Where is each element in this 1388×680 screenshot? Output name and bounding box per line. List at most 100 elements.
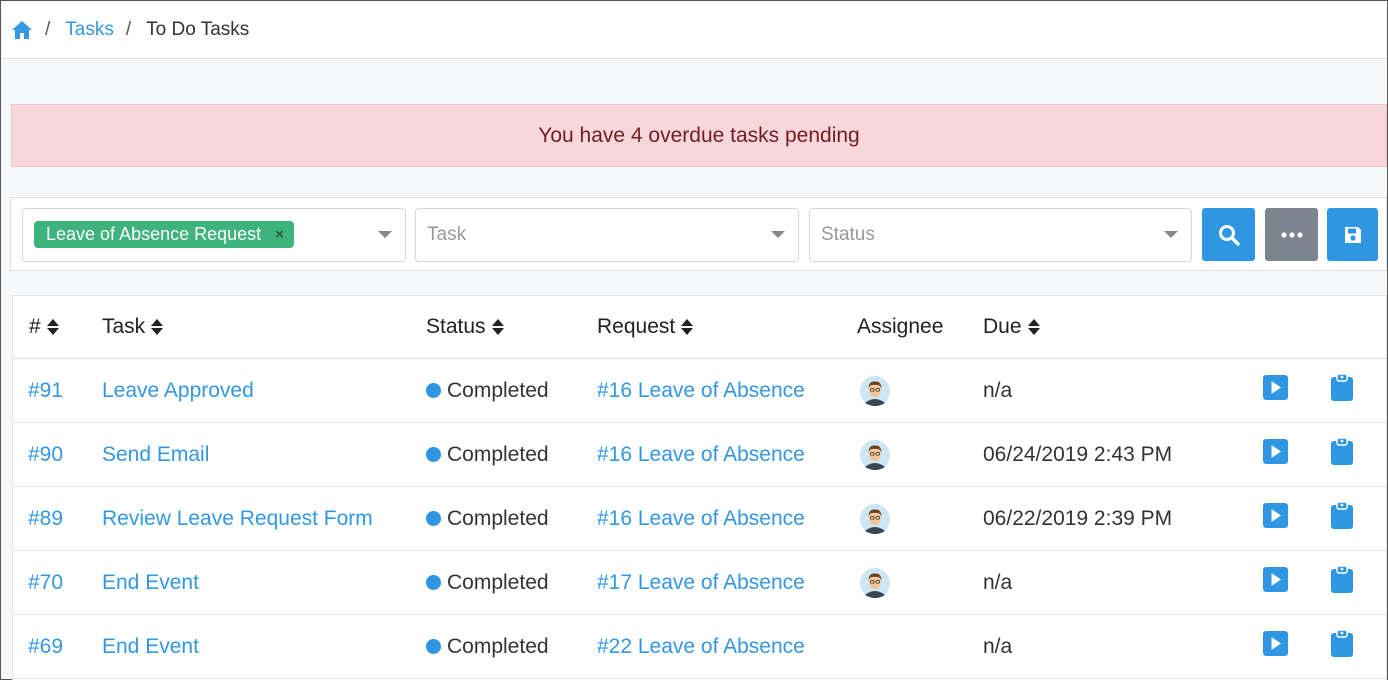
search-icon (1218, 224, 1240, 246)
tasks-table: # Task Status Request Assignee Due #91 Le… (12, 295, 1387, 680)
clipboard-icon (1331, 629, 1353, 662)
status-filter-select[interactable]: Status (809, 208, 1192, 262)
ellipsis-icon (1280, 231, 1303, 238)
open-icon (1263, 503, 1288, 533)
open-icon (1263, 631, 1288, 661)
due-date: n/a (983, 634, 1013, 658)
status-dot-icon (426, 575, 441, 590)
sort-icon[interactable] (151, 319, 164, 335)
avatar-icon (860, 375, 890, 406)
status-dot-icon (426, 639, 441, 654)
status-cell: Completed (426, 359, 549, 422)
request-link[interactable]: #17 Leave of Absence (597, 551, 805, 614)
task-filter-placeholder: Task (427, 224, 467, 245)
status-dot-icon (426, 383, 441, 398)
open-task-button[interactable] (1263, 567, 1288, 598)
column-header-id[interactable]: # (29, 296, 59, 358)
due-date: n/a (983, 570, 1013, 594)
clipboard-icon (1331, 501, 1353, 534)
open-task-button[interactable] (1263, 503, 1288, 534)
breadcrumb-separator: / (125, 18, 132, 40)
table-row: #70 End Event Completed #17 Leave of Absenc… (13, 551, 1386, 615)
clipboard-icon (1331, 565, 1353, 598)
breadcrumb: / Tasks / To Do Tasks (1, 1, 1387, 59)
more-options-button[interactable] (1265, 208, 1318, 261)
due-date: 06/22/2019 2:39 PM (983, 506, 1173, 530)
column-header-due[interactable]: Due (983, 296, 1040, 358)
task-name-link[interactable]: Leave Approved (102, 359, 254, 422)
chevron-down-icon[interactable] (771, 231, 785, 238)
task-id-link[interactable]: #90 (28, 423, 63, 486)
status-cell: Completed (426, 487, 549, 550)
table-row: #69 End Event Completed #22 Leave of Absenc… (13, 615, 1386, 679)
assignee-avatar[interactable] (860, 423, 890, 486)
sort-icon[interactable] (1027, 319, 1040, 335)
task-name-link[interactable]: Send Email (102, 423, 209, 486)
clipboard-button[interactable] (1331, 629, 1353, 663)
clipboard-button[interactable] (1331, 501, 1353, 535)
clipboard-icon (1331, 437, 1353, 470)
clipboard-button[interactable] (1331, 373, 1353, 407)
save-search-button[interactable] (1327, 208, 1378, 261)
open-icon (1263, 375, 1288, 405)
status-text: Completed (447, 634, 549, 658)
search-button[interactable] (1202, 208, 1255, 261)
breadcrumb-tasks-link[interactable]: Tasks (65, 19, 114, 41)
chevron-down-icon[interactable] (378, 231, 392, 238)
overdue-alert: You have 4 overdue tasks pending (11, 104, 1387, 167)
clipboard-button[interactable] (1331, 565, 1353, 599)
open-task-button[interactable] (1263, 375, 1288, 406)
sort-icon[interactable] (46, 319, 59, 335)
task-id-link[interactable]: #70 (28, 551, 63, 614)
status-filter-placeholder: Status (821, 224, 875, 245)
open-icon (1263, 567, 1288, 597)
column-header-status[interactable]: Status (426, 296, 504, 358)
home-icon[interactable] (11, 20, 33, 40)
assignee-avatar[interactable] (860, 487, 890, 550)
process-filter-select[interactable]: Leave of Absence Request × (22, 208, 406, 262)
column-header-request[interactable]: Request (597, 296, 694, 358)
open-task-button[interactable] (1263, 631, 1288, 662)
clipboard-button[interactable] (1331, 437, 1353, 471)
request-link[interactable]: #16 Leave of Absence (597, 423, 805, 486)
task-name-link[interactable]: End Event (102, 615, 199, 678)
request-link[interactable]: #22 Leave of Absence (597, 615, 805, 678)
task-id-link[interactable]: #69 (28, 615, 63, 678)
process-filter-tag-label: Leave of Absence Request (46, 224, 262, 244)
save-icon (1344, 226, 1361, 243)
status-cell: Completed (426, 551, 549, 614)
task-name-link[interactable]: Review Leave Request Form (102, 487, 373, 550)
avatar-icon (860, 439, 890, 470)
breadcrumb-separator: / (45, 18, 51, 40)
table-row: #90 Send Email Completed #16 Leave of Absen… (13, 423, 1386, 487)
status-cell: Completed (426, 615, 549, 678)
status-text: Completed (447, 506, 549, 530)
assignee-avatar[interactable] (860, 359, 890, 422)
table-row: #91 Leave Approved Completed #16 Leave of A… (13, 359, 1386, 423)
sort-icon[interactable] (681, 319, 694, 335)
assignee-avatar[interactable] (860, 551, 890, 614)
status-text: Completed (447, 378, 549, 402)
chevron-down-icon[interactable] (1164, 231, 1178, 238)
status-dot-icon (426, 447, 441, 462)
tag-remove-icon[interactable]: × (275, 226, 284, 243)
task-id-link[interactable]: #91 (28, 359, 63, 422)
avatar-icon (860, 567, 890, 598)
request-link[interactable]: #16 Leave of Absence (597, 359, 805, 422)
request-link[interactable]: #16 Leave of Absence (597, 487, 805, 550)
task-name-link[interactable]: End Event (102, 551, 199, 614)
overdue-alert-text: You have 4 overdue tasks pending (538, 123, 860, 147)
avatar-icon (860, 503, 890, 534)
task-filter-select[interactable]: Task (415, 208, 799, 262)
open-task-button[interactable] (1263, 439, 1288, 470)
filter-bar: Leave of Absence Request × Task Status (10, 197, 1387, 271)
status-dot-icon (426, 511, 441, 526)
task-id-link[interactable]: #89 (28, 487, 63, 550)
due-date: n/a (983, 378, 1013, 402)
sort-icon[interactable] (491, 319, 504, 335)
table-row: #89 Review Leave Request Form Completed #16… (13, 487, 1386, 551)
breadcrumb-current: To Do Tasks (146, 18, 250, 40)
clipboard-icon (1331, 373, 1353, 406)
column-header-task[interactable]: Task (102, 296, 164, 358)
due-date: 06/24/2019 2:43 PM (983, 442, 1173, 466)
